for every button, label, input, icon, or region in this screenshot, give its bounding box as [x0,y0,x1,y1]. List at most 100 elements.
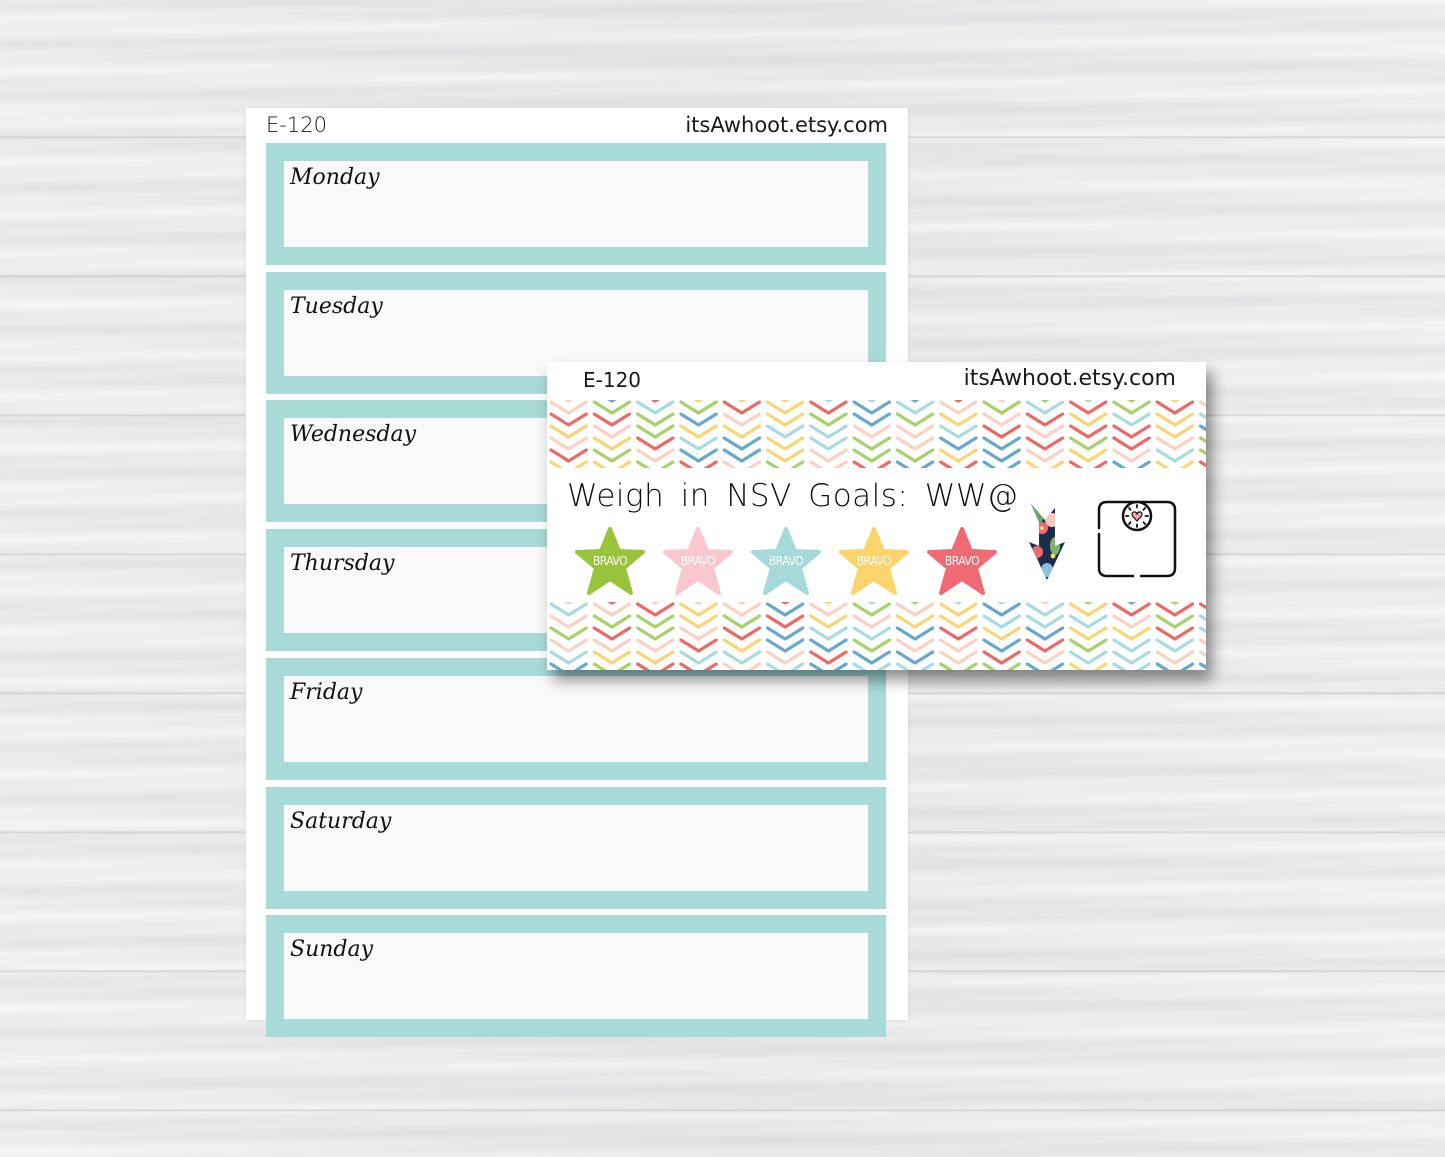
chevron-stroke [1198,412,1206,420]
chevron-stroke [722,626,762,641]
chevron-stroke [1198,626,1206,634]
chevron-stroke [592,412,632,427]
chevron-stroke [895,626,935,641]
chevron-stroke [895,602,935,617]
chevron-stroke [1025,448,1065,463]
chevron-pattern-top [547,400,1206,468]
chevron-stroke [635,424,675,439]
bravo-star-icon: BRAVO [663,527,733,595]
chevron-stroke [592,638,632,653]
chevron-stroke [765,602,805,617]
bathroom-scale-icon [1093,498,1181,580]
chevron-stroke [852,614,891,629]
chevron-stroke [693,400,704,403]
chevron-stroke [780,602,790,605]
chevron-stroke [895,412,935,427]
chevron-stroke [679,638,718,653]
chevron-stroke [895,448,935,463]
chevron-stroke [939,424,978,439]
chevron-stroke [809,436,848,451]
chevron-stroke [939,436,978,451]
chevron-stroke [809,626,848,641]
chevron-stroke [722,638,762,653]
chevron-stroke [1155,638,1195,653]
chevron-stroke [1155,412,1195,427]
chevron-stroke [635,460,675,468]
chevron-stroke [549,662,588,670]
chevron-stroke [852,650,891,665]
chevron-stroke [1068,448,1108,463]
chevron-stroke [635,436,675,451]
chevron-stroke [982,400,1021,415]
chevron-stroke [953,400,963,403]
chevron-stroke [1155,424,1195,439]
chevron-stroke [607,602,617,605]
day-label: Saturday [290,809,392,834]
chevron-stroke [1126,602,1137,605]
card-shop-url: itsAwhoot.etsy.com [963,366,1176,391]
chevron-stroke [895,436,935,451]
chevron-stroke [650,400,660,403]
chevron-stroke [1112,650,1151,665]
chevron-stroke [1112,424,1151,439]
day-label: Tuesday [290,294,383,319]
day-box-sunday: Sunday [266,915,886,1037]
chevron-stroke [953,602,963,605]
star-label: BRAVO [680,554,716,568]
chevron-stroke [765,638,805,653]
chevron-stroke [1198,448,1206,456]
chevron-stroke [823,400,834,403]
chevron-stroke [1068,662,1108,670]
chevron-stroke [722,602,762,617]
chevron-stroke [852,602,891,617]
chevron-stroke [1112,638,1151,653]
chevron-stroke [1025,650,1065,665]
chevron-stroke [765,436,805,451]
chevron-stroke [564,400,574,403]
chevron-stroke [679,602,718,617]
chevron-stroke [1198,614,1206,622]
chevron-stroke [1112,662,1151,670]
bravo-star-icon: BRAVO [575,527,645,595]
chevron-stroke [765,662,805,670]
chevron-stroke [997,602,1007,605]
chevron-stroke [1068,436,1108,451]
chevron-stroke [1068,638,1108,653]
chevron-stroke [1025,436,1065,451]
chevron-pattern-bottom [547,602,1206,670]
chevron-stroke [852,448,891,463]
chevron-stroke [765,412,805,427]
chevron-stroke [1155,400,1195,415]
chevron-stroke [592,448,632,463]
chevron-stroke [982,614,1021,629]
chevron-stroke [1068,650,1108,665]
chevron-pattern-graphic [549,400,1206,468]
chevron-stroke [809,650,848,665]
day-box-saturday: Saturday [266,787,886,909]
day-writing-area: Sunday [284,933,868,1019]
chevron-stroke [1155,614,1195,629]
chevron-stroke [592,602,632,617]
chevron-stroke [982,626,1021,641]
chevron-stroke [679,424,718,439]
chevron-stroke [939,638,978,653]
chevron-stroke [982,460,1021,468]
chevron-stroke [592,436,632,451]
chevron-stroke [1025,602,1065,617]
chevron-stroke [1198,662,1206,670]
star-label: BRAVO [856,554,892,568]
chevron-stroke [607,400,617,403]
chevron-stroke [852,626,891,641]
chevron-stroke [982,638,1021,653]
chevron-stroke [852,662,891,670]
chevron-stroke [549,602,588,617]
chevron-stroke [1068,602,1108,617]
chevron-stroke [1155,436,1195,451]
chevron-stroke [679,614,718,629]
chevron-stroke [722,424,762,439]
chevron-stroke [1068,412,1108,427]
chevron-stroke [722,436,762,451]
day-writing-area: Saturday [284,805,868,891]
chevron-stroke [823,602,834,605]
chevron-stroke [982,448,1021,463]
